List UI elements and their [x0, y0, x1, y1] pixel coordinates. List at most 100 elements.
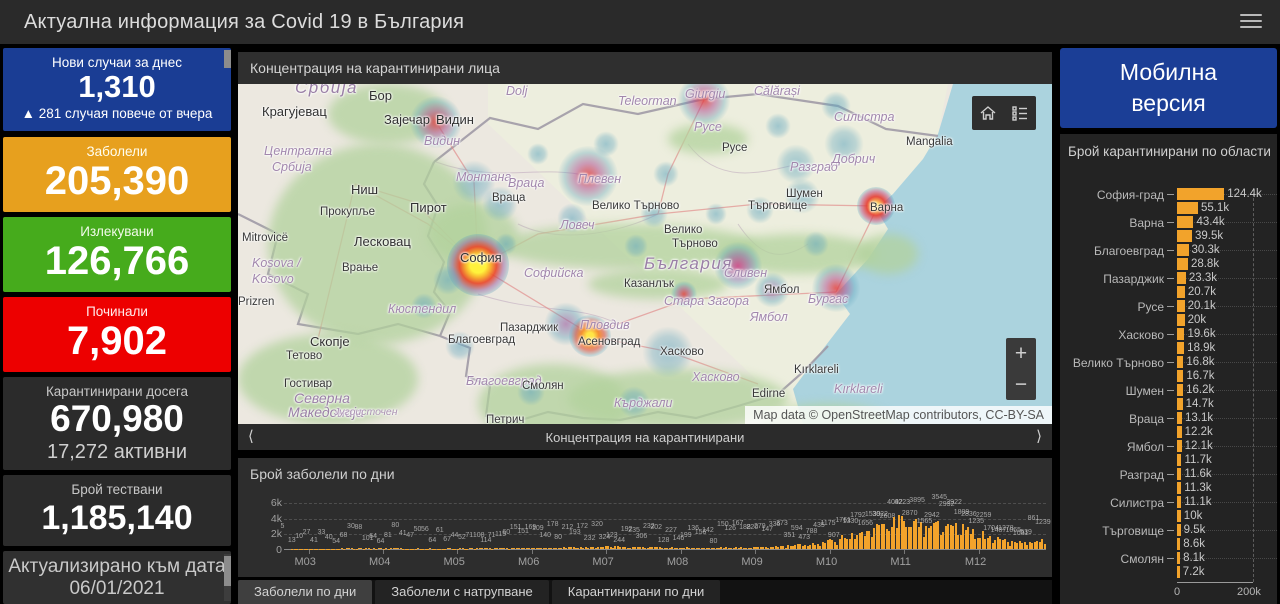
- mobile-version-button[interactable]: Мобилна версия: [1060, 48, 1277, 128]
- x-tick: M11: [890, 556, 911, 568]
- bar[interactable]: [1177, 258, 1188, 270]
- bar[interactable]: [1177, 286, 1185, 298]
- bar-category-label: Ямбол: [1126, 440, 1164, 454]
- map-place-label: Русе: [722, 142, 748, 154]
- bar-value-label: 7.2k: [1182, 566, 1205, 578]
- bar[interactable]: [1177, 384, 1184, 396]
- stat-card-deceased: Починали 7,902: [3, 297, 231, 372]
- bar[interactable]: [1177, 244, 1189, 256]
- stat-title: Карантинирани досега: [45, 384, 189, 399]
- map-place-label: Kırklareli: [794, 364, 839, 376]
- map-place-label: Разград: [790, 160, 838, 174]
- bar-value-label: 14.7k: [1185, 398, 1214, 410]
- bar-value-label: 18.9k: [1187, 342, 1216, 354]
- map-place-label: Добрич: [832, 152, 876, 166]
- bar-value-label: 16.7k: [1186, 370, 1215, 382]
- tab-1[interactable]: Заболели по дни: [238, 580, 373, 604]
- bar-value-label: 43.4k: [1196, 216, 1225, 228]
- carousel-prev-icon[interactable]: ⟨: [238, 424, 264, 450]
- map-place-label: Edirne: [752, 388, 786, 400]
- bar-value-label: 10k: [1183, 510, 1203, 522]
- heat-blob: [527, 143, 549, 165]
- map-place-label: Кърджали: [614, 396, 673, 410]
- daily-cases-chart-panel: Брой заболели по дни 5 13 10 27 41 33 40 54 68 30…: [238, 458, 1052, 577]
- home-icon[interactable]: [972, 96, 1004, 130]
- map-place-label: Благоевград: [448, 334, 516, 346]
- card-scrollbar[interactable]: [224, 50, 231, 78]
- hamburger-menu-icon[interactable]: [1240, 14, 1262, 30]
- bar[interactable]: [1177, 216, 1194, 228]
- map-place-label: Силистра: [834, 110, 895, 124]
- stat-card-new-cases: Нови случаи за днес 1,310 ▲ 281 случая п…: [3, 48, 231, 131]
- map-place-label: Kosovo: [252, 272, 294, 286]
- bar-category-label: Русе: [1137, 300, 1164, 314]
- card-scrollbar[interactable]: [224, 554, 231, 601]
- x-tick: M09: [741, 556, 763, 568]
- bar[interactable]: [1177, 510, 1181, 522]
- bar[interactable]: [1177, 496, 1182, 508]
- tab-2[interactable]: Заболели с натрупване: [375, 580, 549, 604]
- bar[interactable]: [1177, 272, 1186, 284]
- map-place-label: Dolj: [506, 84, 528, 98]
- x-tick: M05: [443, 556, 465, 568]
- bar[interactable]: [1177, 356, 1184, 368]
- map-place-label: Монтана: [456, 170, 512, 184]
- map-place-label: България: [644, 254, 733, 273]
- tab-3[interactable]: Карантинирани по дни: [551, 580, 721, 604]
- bar[interactable]: [1177, 440, 1182, 452]
- bar-value-label: 23.3k: [1188, 272, 1217, 284]
- bar[interactable]: [1177, 230, 1192, 242]
- map-place-label: Плевен: [578, 172, 622, 186]
- map-panel: Концентрация на карантинирани лица Србиј…: [238, 52, 1052, 450]
- map-place-label: Софийска: [524, 266, 584, 280]
- quarantine-heatmap[interactable]: Србија Крагујевац Бор Зајечар Видин Видин Цент…: [238, 84, 1052, 424]
- bar[interactable]: [1177, 524, 1181, 536]
- bar-category-label: Хасково: [1118, 328, 1164, 342]
- map-place-label: Ямбол: [764, 284, 800, 296]
- carousel-next-icon[interactable]: ⟩: [1026, 424, 1052, 450]
- bar[interactable]: [1177, 426, 1182, 438]
- bar[interactable]: [1177, 482, 1182, 494]
- bar[interactable]: [1177, 454, 1182, 466]
- page-title: Актуална информация за Covid 19 в Българ…: [24, 10, 465, 33]
- map-place-label: Prizren: [238, 296, 275, 308]
- bar[interactable]: [1177, 188, 1225, 200]
- map-panel-title: Концентрация на карантинирани лица: [238, 52, 1052, 84]
- bar[interactable]: [1177, 552, 1181, 564]
- bar-value-label: 20.1k: [1187, 300, 1216, 312]
- bar[interactable]: [1177, 538, 1181, 550]
- bar[interactable]: [1177, 412, 1182, 424]
- stat-value: 126,766: [44, 239, 190, 283]
- zoom-in-button[interactable]: +: [1006, 338, 1036, 369]
- x-tick: M10: [815, 556, 838, 568]
- chart-title: Брой заболели по дни: [250, 466, 395, 482]
- y-tick: 6k: [270, 497, 282, 509]
- chart-tabs: Заболели по дни Заболели с натрупване Кара…: [238, 580, 1052, 604]
- bar[interactable]: [1177, 328, 1185, 340]
- legend-icon[interactable]: [1004, 96, 1036, 130]
- bar[interactable]: [1177, 202, 1198, 214]
- heat-blob: [653, 161, 679, 187]
- bar[interactable]: [1177, 370, 1184, 382]
- map-place-label: Лесковац: [354, 234, 411, 249]
- map-place-label: Сливен: [724, 266, 768, 280]
- bar[interactable]: [1177, 314, 1185, 326]
- map-place-label: Србија: [272, 160, 312, 174]
- map-place-label: Стара Загора: [664, 294, 750, 308]
- x-tick: M08: [666, 556, 689, 568]
- heat-blob: [803, 231, 829, 257]
- bar-category-label: Велико Търново: [1072, 356, 1164, 370]
- bar[interactable]: [1177, 342, 1185, 354]
- bar[interactable]: [1177, 566, 1180, 578]
- zoom-out-button[interactable]: −: [1006, 369, 1036, 400]
- bar[interactable]: [1177, 398, 1183, 410]
- bar[interactable]: [1177, 300, 1185, 312]
- map-place-label: Kosova /: [252, 256, 301, 270]
- map-place-label: Враца: [492, 192, 526, 204]
- bar-value-label: 20k: [1187, 314, 1207, 326]
- bar-category-label: Враца: [1129, 412, 1164, 426]
- bar[interactable]: [1177, 468, 1182, 480]
- x-tick: M04: [368, 556, 391, 568]
- map-place-label: Казанлък: [624, 278, 674, 290]
- daily-cases-plot[interactable]: 5 13 10 27 41 33 40 54 68 30 88 101 64 64 81 80 41 47 50 56…: [280, 494, 1051, 550]
